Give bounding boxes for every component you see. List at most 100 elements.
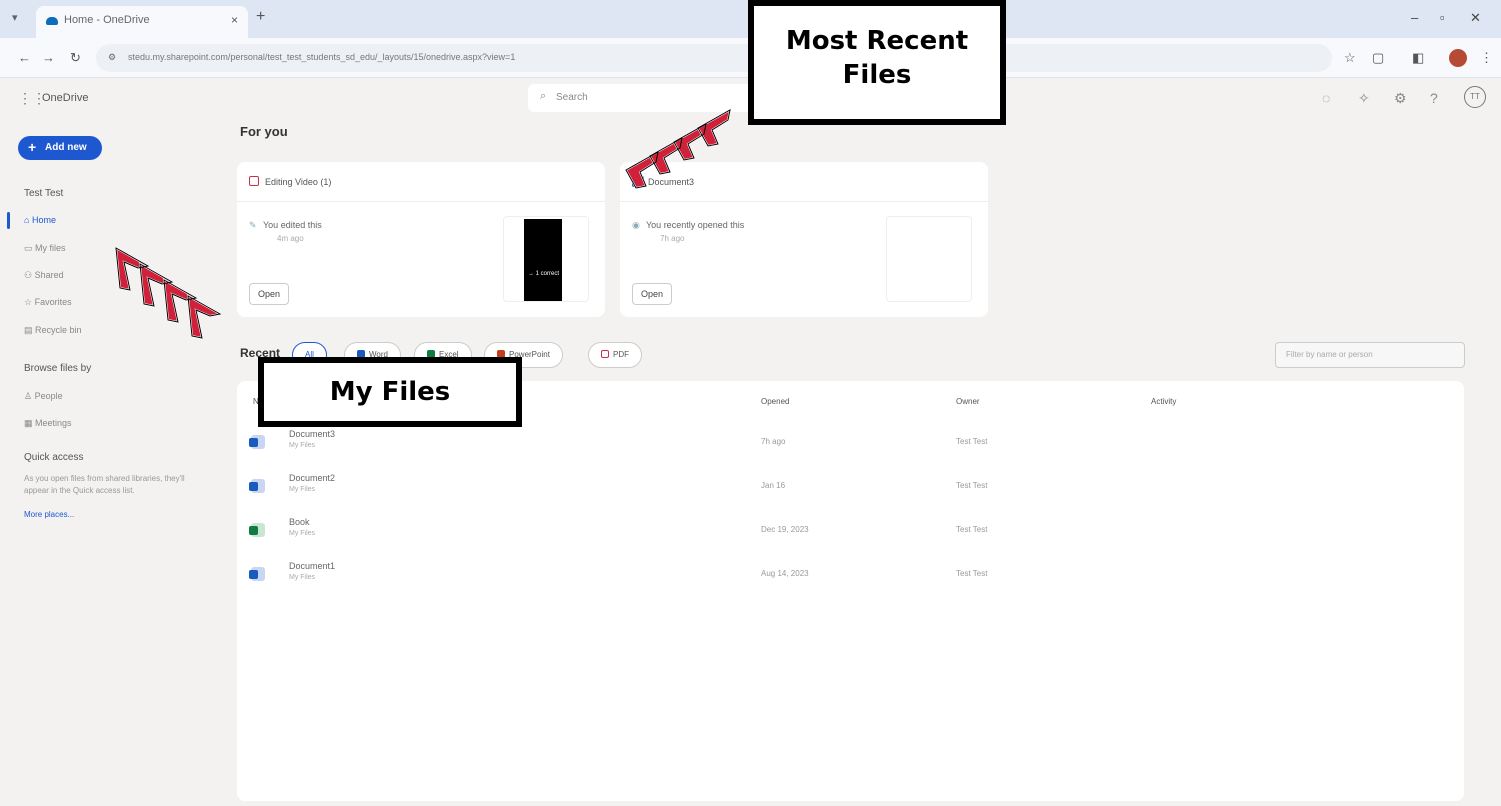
people-icon: ⚇ <box>24 270 33 280</box>
megaphone-icon[interactable]: ✧ <box>1358 90 1370 107</box>
filter-input[interactable]: Filter by name or person <box>1275 342 1465 368</box>
file-owner: Test Test <box>956 569 988 578</box>
tab-title: Home - OneDrive <box>64 14 150 26</box>
file-name[interactable]: Document3 <box>289 429 335 439</box>
pdf-icon <box>601 350 609 358</box>
sidebar-item-label: Meetings <box>35 418 72 428</box>
video-frame: → 1 correct <box>524 219 562 301</box>
callout-my-files: My Files <box>258 357 522 427</box>
sidebar-item-favorites[interactable]: ☆ Favorites <box>24 297 72 308</box>
eye-icon: ◉ <box>632 220 640 230</box>
star-icon: ☆ <box>24 297 33 307</box>
reload-icon[interactable]: ↻ <box>70 50 81 66</box>
video-thumbnail[interactable]: → 1 correct <box>503 216 589 302</box>
table-row[interactable]: Document2 My Files Jan 16 Test Test <box>237 465 1464 509</box>
for-you-heading: For you <box>240 124 288 139</box>
sidebar-item-my-files[interactable]: ▭ My files <box>24 243 66 254</box>
column-header-owner[interactable]: Owner <box>956 397 980 406</box>
word-file-icon <box>249 567 265 581</box>
sidebar-item-label: Favorites <box>34 297 72 307</box>
side-panel-icon[interactable]: ◧ <box>1412 50 1424 66</box>
search-placeholder: Search <box>556 92 588 103</box>
url-field[interactable]: ⚙ stedu.my.sharepoint.com/personal/test_… <box>96 44 1332 72</box>
card-activity: You edited this <box>263 220 322 230</box>
video-file-icon <box>249 176 259 186</box>
quick-access-note: As you open files from shared libraries,… <box>24 474 185 495</box>
filter-pill-pdf[interactable]: PDF <box>588 342 642 368</box>
sidebar-item-shared[interactable]: ⚇ Shared <box>24 270 64 281</box>
plus-icon: + <box>28 139 37 155</box>
maximize-icon[interactable]: ▫ <box>1440 10 1445 25</box>
file-name[interactable]: Document1 <box>289 561 335 571</box>
active-indicator <box>7 212 10 229</box>
forward-icon[interactable]: → <box>42 50 55 65</box>
sidebar-item-label: People <box>34 391 63 401</box>
app-name[interactable]: OneDrive <box>42 92 88 104</box>
sidebar-item-label: Recycle bin <box>35 325 82 335</box>
table-row[interactable]: Document3 My Files 7h ago Test Test <box>237 421 1464 465</box>
callout-line: My Files <box>329 377 451 407</box>
table-row[interactable]: Document1 My Files Aug 14, 2023 Test Tes… <box>237 553 1464 597</box>
column-header-opened[interactable]: Opened <box>761 397 789 406</box>
feedback-icon[interactable]: ◌ <box>1322 90 1330 106</box>
sidebar-item-label: My files <box>35 243 66 253</box>
sidebar-item-meetings[interactable]: ▦ Meetings <box>24 418 72 429</box>
sidebar-user-name: Test Test <box>24 188 64 199</box>
more-places-link[interactable]: More places... <box>24 510 74 519</box>
calendar-icon: ▦ <box>24 418 33 428</box>
bookmark-star-icon[interactable]: ☆ <box>1344 50 1356 66</box>
annotation-chevrons-recent <box>624 108 732 190</box>
sidebar-item-people[interactable]: ♙ People <box>24 391 63 402</box>
document-thumbnail[interactable] <box>886 216 972 302</box>
file-name[interactable]: Book <box>289 517 310 527</box>
file-location: My Files <box>289 530 316 537</box>
sidebar-item-home[interactable]: ⌂ Home <box>24 215 56 225</box>
account-avatar[interactable]: TT <box>1464 86 1486 108</box>
tab-search-icon[interactable]: ▾ <box>12 11 18 24</box>
excel-file-icon <box>249 523 265 537</box>
column-header-activity[interactable]: Activity <box>1151 397 1176 406</box>
back-icon[interactable]: ← <box>18 50 31 65</box>
quick-access-heading: Quick access <box>24 452 84 463</box>
sidebar-item-recycle-bin[interactable]: ▤ Recycle bin <box>24 325 82 336</box>
for-you-card-video[interactable]: Editing Video (1) ✎ You edited this 4m a… <box>237 162 605 317</box>
home-icon: ⌂ <box>24 215 30 225</box>
annotation-chevrons-my-files <box>114 246 223 340</box>
browse-heading: Browse files by <box>24 363 92 374</box>
callout-line: Most Recent <box>785 26 969 56</box>
extensions-icon[interactable]: ▢ <box>1372 50 1384 66</box>
file-owner: Test Test <box>956 437 988 446</box>
word-file-icon <box>249 479 265 493</box>
file-opened: Jan 16 <box>761 481 786 490</box>
site-info-icon[interactable]: ⚙ <box>108 52 116 63</box>
edit-pencil-icon: ✎ <box>249 220 257 230</box>
sidebar-item-label: Home <box>31 215 56 225</box>
file-location: My Files <box>289 486 316 493</box>
file-name[interactable]: Document2 <box>289 473 335 483</box>
search-icon: ⌕ <box>540 90 547 102</box>
video-caption: → 1 correct <box>528 271 560 277</box>
close-tab-icon[interactable]: × <box>231 13 238 27</box>
file-opened: Aug 14, 2023 <box>761 569 809 578</box>
file-location: My Files <box>289 574 316 581</box>
browser-profile-avatar[interactable] <box>1449 49 1467 67</box>
card-time: 4m ago <box>277 234 304 243</box>
callout-line: Files <box>842 60 912 90</box>
file-location: My Files <box>289 442 316 449</box>
close-window-icon[interactable]: ✕ <box>1470 10 1481 26</box>
browser-menu-icon[interactable]: ⋮ <box>1480 50 1493 66</box>
new-tab-icon[interactable]: + <box>256 8 265 26</box>
minimize-icon[interactable]: – <box>1411 10 1418 25</box>
open-button[interactable]: Open <box>632 283 672 305</box>
callout-most-recent-files: Most Recent Files <box>748 0 1006 125</box>
file-opened: 7h ago <box>761 437 786 446</box>
help-icon[interactable]: ? <box>1430 90 1438 106</box>
settings-gear-icon[interactable]: ⚙ <box>1394 90 1407 107</box>
table-row[interactable]: Book My Files Dec 19, 2023 Test Test <box>237 509 1464 553</box>
add-new-button[interactable]: + Add new <box>18 136 102 160</box>
browser-tab-onedrive[interactable]: Home - OneDrive × <box>36 6 248 38</box>
add-new-label: Add new <box>45 142 87 153</box>
open-button[interactable]: Open <box>249 283 289 305</box>
onedrive-cloud-icon <box>46 17 58 25</box>
card-file-name[interactable]: Editing Video (1) <box>265 177 331 187</box>
